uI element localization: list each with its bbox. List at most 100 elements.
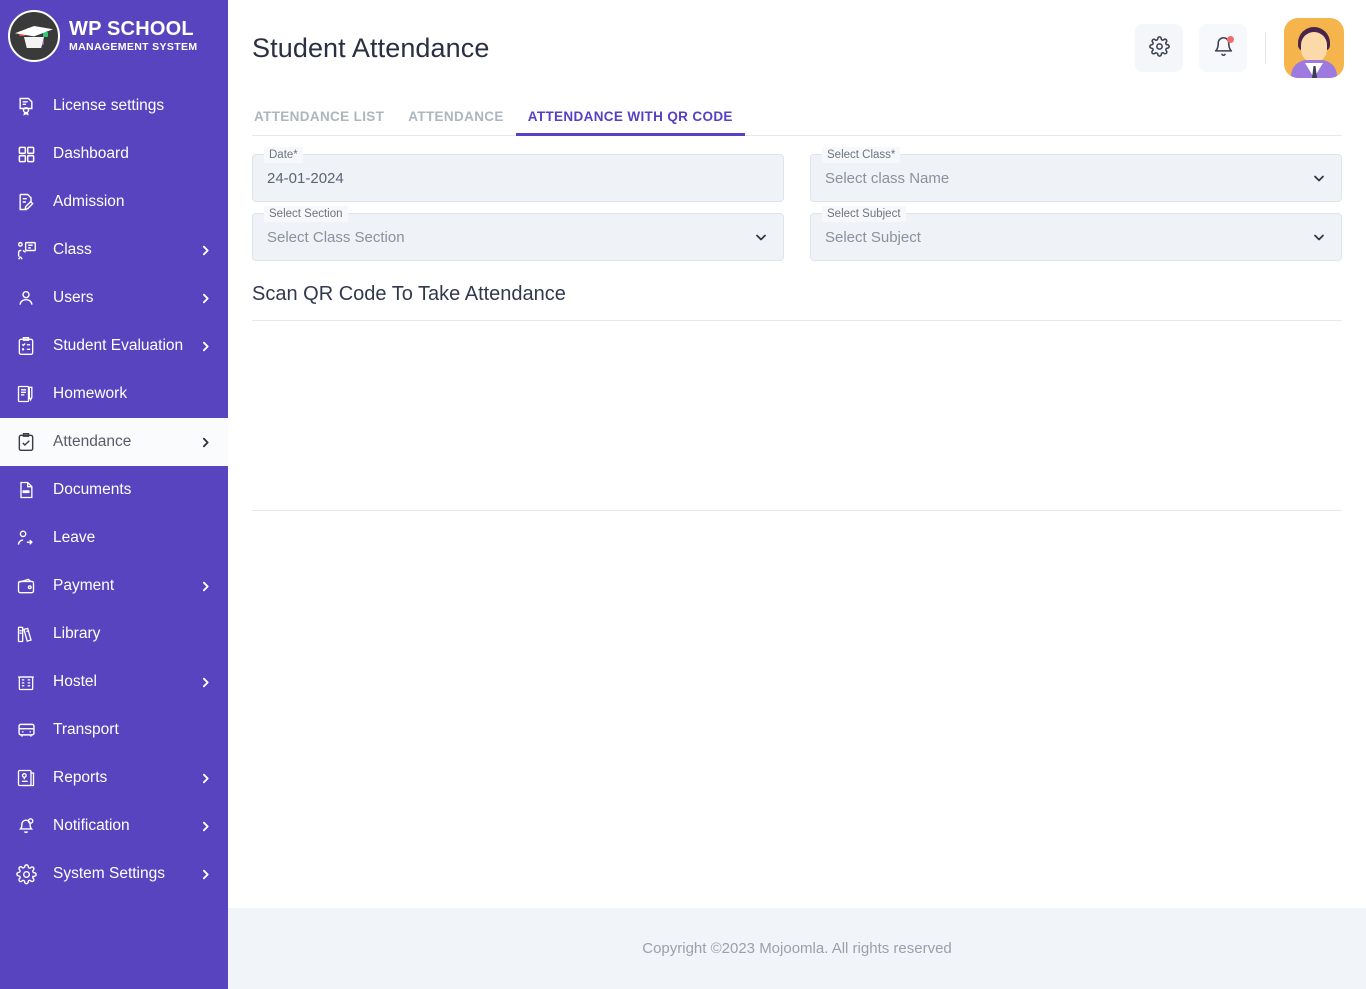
- select-subject-value: Select Subject: [825, 228, 921, 246]
- page-title: Student Attendance: [252, 32, 490, 63]
- chevron-right-icon: [198, 675, 212, 689]
- select-section-label: Select Section: [264, 206, 348, 222]
- bus-icon: [13, 718, 39, 742]
- sidebar-item-label: Hostel: [53, 673, 97, 690]
- scan-qr-heading: Scan QR Code To Take Attendance: [252, 283, 566, 305]
- sidebar-item-label: Users: [53, 289, 94, 306]
- sidebar-item-system-settings[interactable]: System Settings: [0, 850, 228, 898]
- sidebar-item-label: Homework: [53, 385, 128, 402]
- notifications-button[interactable]: [1199, 24, 1247, 72]
- select-section-value: Select Class Section: [267, 228, 405, 246]
- sidebar-item-notification[interactable]: Notification: [0, 802, 228, 850]
- notification-dot: [1227, 36, 1234, 43]
- topbar-actions: [1135, 18, 1344, 78]
- chevron-right-icon: [198, 819, 212, 833]
- sidebar-item-hostel[interactable]: Hostel: [0, 658, 228, 706]
- brand-text: WP SCHOOL MANAGEMENT SYSTEM: [69, 19, 197, 53]
- sidebar-item-payment[interactable]: Payment: [0, 562, 228, 610]
- sidebar-item-users[interactable]: Users: [0, 274, 228, 322]
- topbar: Student Attendance: [228, 0, 1366, 96]
- sidebar-item-label: Reports: [53, 769, 108, 786]
- chevron-right-icon: [198, 771, 212, 785]
- doc-file-icon: [13, 478, 39, 502]
- app-root: WP SCHOOL MANAGEMENT SYSTEM License sett…: [0, 0, 1366, 989]
- date-field-value: 24-01-2024: [267, 169, 344, 187]
- settings-button[interactable]: [1135, 24, 1183, 72]
- sidebar-item-homework[interactable]: Homework: [0, 370, 228, 418]
- user-exit-icon: [13, 526, 39, 550]
- chevron-right-icon: [198, 339, 212, 353]
- select-class-field[interactable]: Select Class* Select class Name: [810, 147, 1342, 202]
- sidebar-item-label: Attendance: [53, 433, 132, 450]
- select-class-label: Select Class*: [822, 147, 901, 163]
- sidebar-item-label: Transport: [53, 721, 119, 738]
- sidebar-item-library[interactable]: Library: [0, 610, 228, 658]
- header-divider: [1265, 33, 1266, 63]
- sidebar-item-admission[interactable]: Admission: [0, 178, 228, 226]
- sidebar-item-documents[interactable]: Documents: [0, 466, 228, 514]
- gear-icon: [13, 862, 39, 886]
- books-icon: [13, 622, 39, 646]
- chevron-right-icon: [198, 291, 212, 305]
- sidebar-item-class[interactable]: Class: [0, 226, 228, 274]
- brand-subtitle: MANAGEMENT SYSTEM: [69, 41, 198, 54]
- qr-scanner-area[interactable]: [228, 321, 1366, 496]
- sidebar: WP SCHOOL MANAGEMENT SYSTEM License sett…: [0, 0, 228, 989]
- sidebar-item-label: Leave: [53, 529, 96, 546]
- sidebar-item-license-settings[interactable]: License settings: [0, 82, 228, 130]
- form-area: Date* 24-01-2024 Select Class* Select cl…: [228, 136, 1366, 261]
- tabs: ATTENDANCE LIST ATTENDANCE ATTENDANCE WI…: [252, 96, 1342, 136]
- clipboard-tick-icon: [13, 430, 39, 454]
- teacher-board-icon: [13, 238, 39, 262]
- sidebar-item-student-evaluation[interactable]: Student Evaluation: [0, 322, 228, 370]
- select-class-value: Select class Name: [825, 169, 950, 187]
- sidebar-item-transport[interactable]: Transport: [0, 706, 228, 754]
- chevron-down-icon[interactable]: [1311, 170, 1327, 186]
- sidebar-item-label: Dashboard: [53, 145, 129, 162]
- sidebar-item-attendance[interactable]: Attendance: [0, 418, 228, 466]
- report-icon: [13, 766, 39, 790]
- sidebar-item-label: Payment: [53, 577, 115, 594]
- certificate-icon: [13, 94, 39, 118]
- sidebar-nav: License settings Dashboard Admission Cla…: [0, 82, 228, 898]
- chevron-down-icon[interactable]: [753, 229, 769, 245]
- tab-attendance-list[interactable]: ATTENDANCE LIST: [252, 109, 396, 135]
- footer: Copyright ©2023 Mojoomla. All rights res…: [228, 908, 1366, 989]
- tab-attendance-with-qr-code[interactable]: ATTENDANCE WITH QR CODE: [515, 109, 745, 136]
- sidebar-item-label: Admission: [53, 193, 125, 210]
- sidebar-item-label: Library: [53, 625, 101, 642]
- sidebar-item-label: System Settings: [53, 865, 165, 882]
- bell-icon: [13, 814, 39, 838]
- sidebar-item-label: Notification: [53, 817, 130, 834]
- sidebar-item-reports[interactable]: Reports: [0, 754, 228, 802]
- chevron-down-icon[interactable]: [1311, 229, 1327, 245]
- copyright-text: Copyright ©2023 Mojoomla. All rights res…: [642, 940, 952, 957]
- avatar[interactable]: [1284, 18, 1344, 78]
- chevron-right-icon: [198, 243, 212, 257]
- brand-title: WP SCHOOL: [69, 18, 194, 41]
- grid-icon: [13, 142, 39, 166]
- date-field[interactable]: Date* 24-01-2024: [252, 147, 784, 202]
- scan-divider-bottom: [252, 510, 1342, 511]
- graduation-cap-logo-icon: [8, 10, 60, 62]
- form-grid: Date* 24-01-2024 Select Class* Select cl…: [252, 147, 1342, 261]
- sidebar-item-dashboard[interactable]: Dashboard: [0, 130, 228, 178]
- sidebar-item-leave[interactable]: Leave: [0, 514, 228, 562]
- select-subject-label: Select Subject: [822, 206, 906, 222]
- wallet-icon: [13, 574, 39, 598]
- user-icon: [13, 286, 39, 310]
- notebook-pencil-icon: [13, 382, 39, 406]
- date-field-label: Date*: [264, 147, 303, 163]
- sidebar-item-label: Class: [53, 241, 92, 258]
- sidebar-item-label: Student Evaluation: [53, 337, 184, 354]
- avatar-face: [1301, 32, 1327, 62]
- select-section-field[interactable]: Select Section Select Class Section: [252, 206, 784, 261]
- tab-attendance[interactable]: ATTENDANCE: [396, 109, 516, 135]
- clipboard-check-icon: [13, 334, 39, 358]
- chevron-right-icon: [198, 867, 212, 881]
- chevron-right-icon: [198, 579, 212, 593]
- sidebar-item-label: License settings: [53, 97, 165, 114]
- gear-icon: [1148, 36, 1170, 60]
- brand[interactable]: WP SCHOOL MANAGEMENT SYSTEM: [0, 0, 228, 72]
- select-subject-field[interactable]: Select Subject Select Subject: [810, 206, 1342, 261]
